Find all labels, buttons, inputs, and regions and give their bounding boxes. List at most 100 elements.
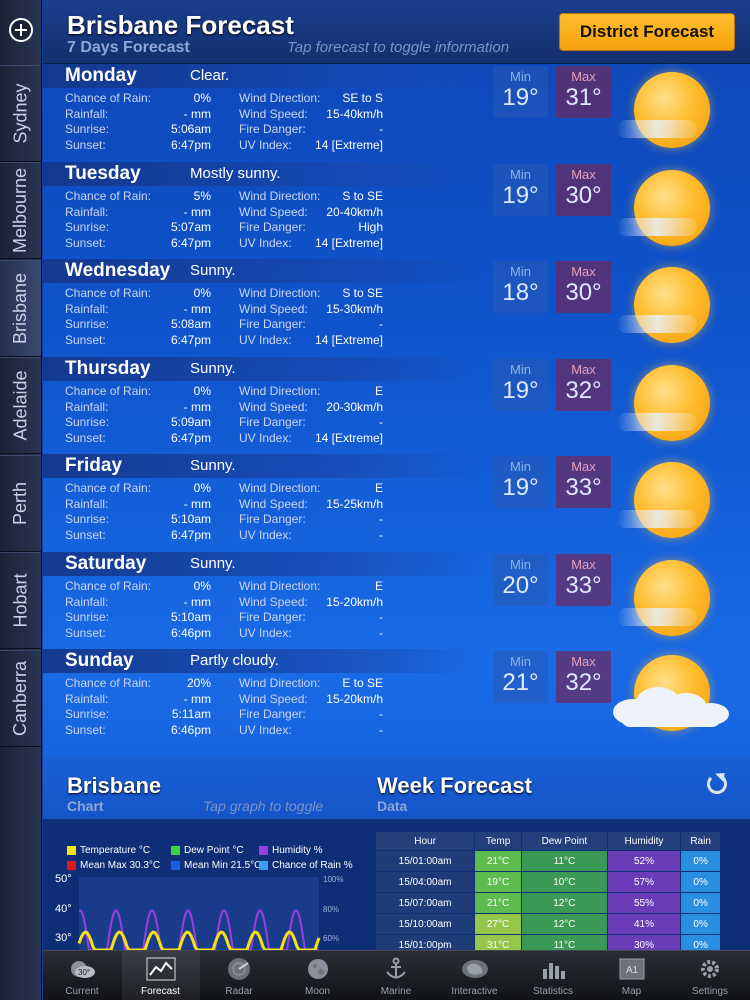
day-summary: Sunny. [190, 262, 236, 279]
forecast-day-row[interactable]: Sunday Partly cloudy. Chance of Rain: 20% Ra… [43, 649, 750, 747]
table-cell-dew: 12°C [520, 913, 608, 935]
sidebar-city-adelaide[interactable]: Adelaide [0, 357, 41, 454]
sunrise-value: 5:10am [170, 609, 211, 624]
max-temp: 32° [565, 376, 602, 404]
max-label: Max [571, 69, 596, 84]
tab-interactive[interactable]: Interactive [436, 951, 514, 1000]
table-cell-hum: 57% [606, 871, 682, 893]
day-summary: Clear. [190, 67, 230, 84]
tab-current[interactable]: 30° Current [43, 951, 121, 1000]
district-forecast-button[interactable]: District Forecast [559, 13, 735, 51]
chance-of-rain-value: 0% [193, 91, 211, 105]
tab-settings[interactable]: Settings [671, 951, 749, 1000]
add-city-icon[interactable] [9, 18, 33, 42]
forecast-day-row[interactable]: Thursday Sunny. Chance of Rain: 0% Rainfall:… [43, 356, 750, 455]
fire-danger-value: - [379, 707, 383, 721]
max-temp: 30° [565, 279, 602, 306]
sunset-value: 6:46pm [170, 723, 211, 737]
sidebar-city-brisbane[interactable]: Brisbane [0, 260, 41, 357]
uv-index-label: UV Index: [239, 528, 292, 542]
tab-statistics[interactable]: Statistics [514, 951, 592, 1000]
chance-of-rain-value: 0% [193, 286, 211, 300]
rainfall-label: Rainfall: [65, 594, 109, 609]
forecast-day-row[interactable]: Monday Clear. Chance of Rain: 0% Rainfall: - … [43, 64, 750, 162]
wind-direction-value: S to SE [342, 188, 383, 203]
uv-index-label: UV Index: [239, 723, 292, 737]
table-cell-rain: 0% [680, 934, 721, 950]
sidebar-city-perth[interactable]: Perth [0, 455, 41, 552]
fire-danger-value: - [379, 317, 383, 331]
axis-tick-left-1: 40° [55, 903, 72, 915]
sidebar-city-melbourne[interactable]: Melbourne [0, 162, 41, 259]
chart-toggle-hint: Tap graph to toggle [203, 798, 324, 814]
week-forecast-table[interactable]: Hour Temp Dew Point Humidity Rain 15/01:00am… [373, 819, 750, 950]
table-cell-temp: 19°C [474, 871, 522, 893]
sunset-value: 6:47pm [170, 138, 211, 152]
table-cell-rain: 0% [680, 913, 721, 935]
tab-label: Moon [304, 986, 330, 997]
fire-danger-value: - [379, 414, 383, 429]
refresh-icon[interactable] [707, 774, 727, 794]
chance-of-rain-value: 0% [193, 481, 211, 495]
table-header-cell: Temp [474, 831, 522, 851]
max-temp: 31° [565, 84, 602, 111]
sunrise-label: Sunrise: [65, 219, 110, 234]
table-header-cell: Humidity [606, 831, 682, 851]
uv-index-value: - [379, 723, 383, 737]
table-cell-rain: 0% [680, 850, 721, 872]
table-row: 15/10:00am 27°C 12°C 41% 0% [374, 913, 721, 935]
forecast-day-row[interactable]: Wednesday Sunny. Chance of Rain: 0% Rainfall… [43, 259, 750, 357]
rainfall-label: Rainfall: [65, 107, 109, 121]
table-cell-dew: 11°C [520, 934, 608, 950]
forecast-day-row[interactable]: Saturday Sunny. Chance of Rain: 0% Rainfall:… [43, 551, 750, 650]
data-subtitle: Data [377, 798, 408, 814]
day-name: Thursday [65, 357, 151, 379]
tab-radar[interactable]: Radar [200, 951, 278, 1000]
tab-forecast[interactable]: Forecast [121, 951, 200, 1000]
forecast-day-row[interactable]: Friday Sunny. Chance of Rain: 0% Rainfall: - … [43, 454, 750, 552]
map-icon: A1 [617, 957, 647, 986]
rainfall-label: Rainfall: [65, 204, 109, 219]
table-cell-dew: 12°C [520, 892, 608, 914]
table-cell-rain: 0% [680, 871, 721, 893]
chance-of-rain-value: 5% [193, 188, 211, 203]
tab-map[interactable]: A1 Map [593, 951, 671, 1000]
max-temp-box: Max 31° [556, 66, 611, 118]
wind-speed-value: 15-20km/h [326, 594, 383, 609]
max-temp: 33° [565, 474, 602, 501]
tab-label: Settings [691, 986, 729, 997]
rainfall-value: - mm [183, 302, 211, 316]
sidebar-city-canberra[interactable]: Canberra [0, 650, 41, 747]
min-temp: 19° [502, 376, 539, 404]
rainfall-value: - mm [183, 399, 211, 414]
axis-tick-right-1: 80% [323, 905, 340, 914]
uv-index-label: UV Index: [239, 235, 292, 250]
wind-direction-value: S to SE [342, 286, 383, 300]
wind-direction-value: E [374, 383, 383, 398]
rainfall-value: - mm [183, 204, 211, 219]
sunset-label: Sunset: [65, 333, 106, 347]
max-label: Max [571, 654, 596, 669]
tab-marine[interactable]: Marine [357, 951, 435, 1000]
table-cell-hour: 15/01:00am [374, 850, 476, 872]
week-forecast-title: Week Forecast [377, 773, 532, 798]
sunrise-value: 5:10am [170, 512, 211, 526]
forecast-day-row[interactable]: Tuesday Mostly sunny. Chance of Rain: 5% Rai… [43, 161, 750, 260]
city-sidebar: Sydney Melbourne Brisbane Adelaide Perth Hoba… [0, 0, 42, 1000]
weather-chart[interactable]: Temperature °C Dew Point °C Humidity % Mean… [43, 819, 373, 950]
sidebar-city-sydney[interactable]: Sydney [0, 65, 41, 162]
tab-label: Marine [380, 986, 412, 997]
sunset-value: 6:47pm [170, 333, 211, 347]
sidebar-city-hobart[interactable]: Hobart [0, 552, 41, 649]
uv-index-label: UV Index: [239, 333, 292, 347]
fire-danger-value: High [358, 219, 383, 234]
tab-label: Forecast [141, 986, 180, 997]
sidebar-city-label: Perth [10, 481, 31, 526]
tab-moon[interactable]: Moon [279, 951, 357, 1000]
uv-index-value: 14 [Extreme] [314, 333, 383, 347]
table-cell-hum: 55% [606, 892, 682, 914]
chance-of-rain-label: Chance of Rain: [65, 188, 152, 203]
day-name: Tuesday [65, 162, 141, 184]
min-temp-box: Min 19° [493, 66, 548, 118]
rainfall-value: - mm [183, 107, 211, 121]
